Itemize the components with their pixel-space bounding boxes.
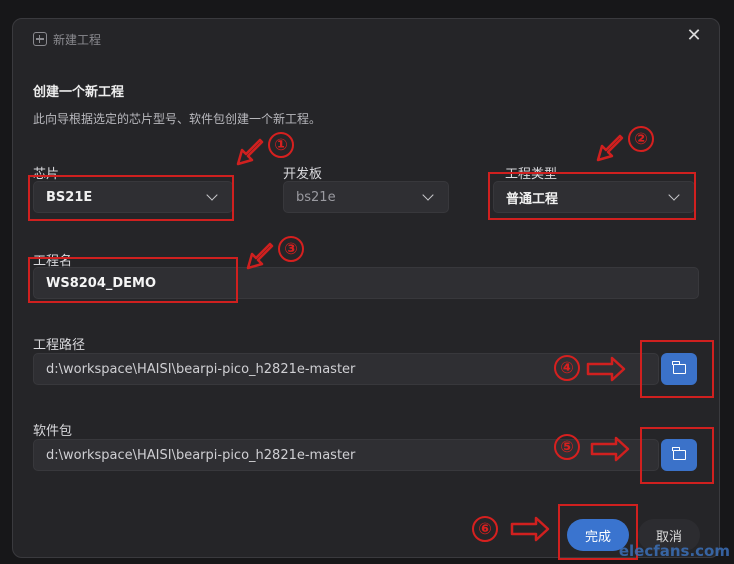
marker-5: ⑤ xyxy=(554,434,580,460)
package-label: 软件包 xyxy=(33,424,73,439)
dialog-description: 此向导根据选定的芯片型号、软件包创建一个新工程。 xyxy=(33,112,322,126)
marker-1: ① xyxy=(268,132,294,158)
dialog-titlebar: 新建工程 xyxy=(33,29,101,49)
project-type-label: 工程类型 xyxy=(505,167,558,182)
chevron-down-icon xyxy=(422,189,434,201)
project-path-value: d:\workspace\HAISI\bearpi-pico_h2821e-ma… xyxy=(46,361,356,377)
marker-2: ② xyxy=(628,126,654,152)
package-browse-button[interactable] xyxy=(661,439,697,471)
board-value: bs21e xyxy=(296,189,336,205)
chevron-down-icon xyxy=(668,189,680,201)
marker-3: ③ xyxy=(278,236,304,262)
project-path-browse-button[interactable] xyxy=(661,353,697,385)
chevron-down-icon xyxy=(206,189,218,201)
project-type-value: 普通工程 xyxy=(506,191,559,207)
board-label: 开发板 xyxy=(283,167,323,182)
chip-select[interactable]: BS21E xyxy=(33,181,233,213)
project-type-select[interactable]: 普通工程 xyxy=(493,181,695,213)
marker-6: ⑥ xyxy=(472,516,498,542)
marker-4: ④ xyxy=(554,355,580,381)
chip-label: 芯片 xyxy=(33,167,60,182)
new-project-icon xyxy=(33,32,47,46)
folder-open-icon xyxy=(672,447,686,460)
screen: 新建工程 ✕ 创建一个新工程 此向导根据选定的芯片型号、软件包创建一个新工程。 … xyxy=(0,0,734,564)
watermark: elecfans.com xyxy=(618,542,730,560)
folder-open-icon xyxy=(672,361,686,374)
dialog-title: 新建工程 xyxy=(53,32,102,47)
project-name-input[interactable]: WS8204_DEMO xyxy=(33,267,699,299)
dialog-heading: 创建一个新工程 xyxy=(33,85,125,100)
board-select[interactable]: bs21e xyxy=(283,181,449,213)
close-icon[interactable]: ✕ xyxy=(685,27,703,45)
project-path-label: 工程路径 xyxy=(33,338,86,353)
package-path-value: d:\workspace\HAISI\bearpi-pico_h2821e-ma… xyxy=(46,447,356,463)
new-project-dialog: 新建工程 ✕ 创建一个新工程 此向导根据选定的芯片型号、软件包创建一个新工程。 … xyxy=(12,18,720,558)
project-name-value: WS8204_DEMO xyxy=(46,275,157,291)
chip-value: BS21E xyxy=(46,189,93,205)
